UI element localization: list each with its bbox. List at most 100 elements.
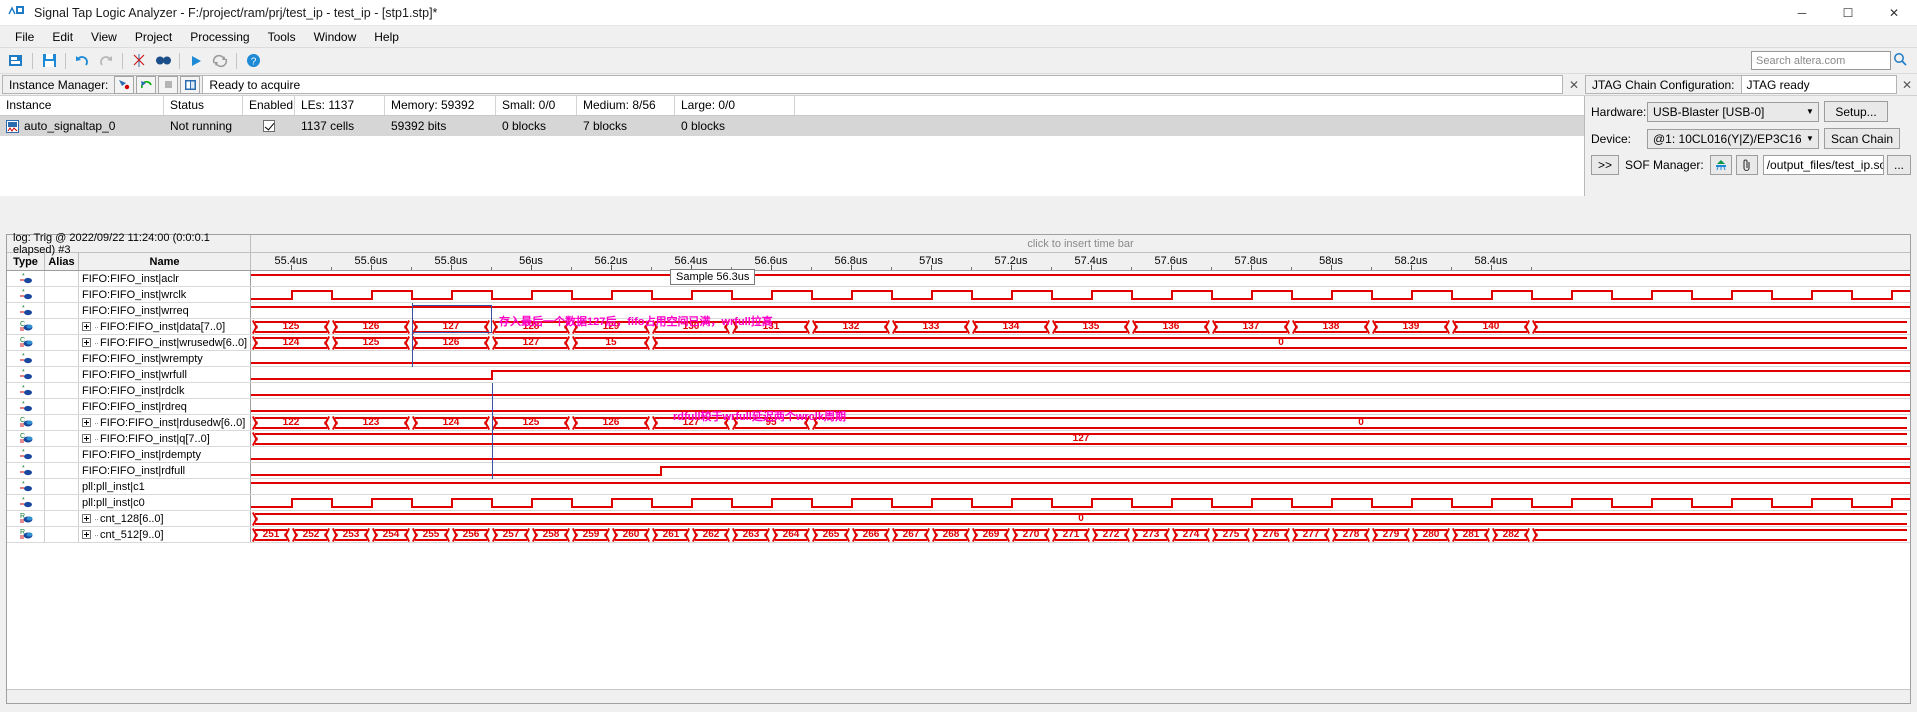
signal-name-cell[interactable]: FIFO:FIFO_inst|rdclk <box>79 383 251 398</box>
menu-item-file[interactable]: File <box>6 28 43 46</box>
signal-name-cell[interactable]: FIFO:FIFO_inst|wrempty <box>79 351 251 366</box>
bus-value-segment[interactable]: 125 <box>251 320 331 334</box>
col-instance[interactable]: Instance <box>0 96 164 115</box>
signal-alias[interactable] <box>45 303 79 318</box>
bus-value-segment[interactable]: 276 <box>1251 528 1291 542</box>
waveform-row[interactable]: * FIFO:FIFO_inst|rdempty <box>7 447 1910 463</box>
signal-waveform[interactable]: 124 125 126 127 15 0 <box>251 335 1910 350</box>
signal-waveform[interactable]: 122 123 124 125 126 127 95 0 <box>251 415 1910 430</box>
help-icon[interactable]: ? <box>241 50 265 72</box>
signal-waveform[interactable] <box>251 287 1910 302</box>
bus-value-segment[interactable]: 126 <box>571 416 651 430</box>
menu-item-view[interactable]: View <box>82 28 126 46</box>
signal-alias[interactable] <box>45 415 79 430</box>
col-memory[interactable]: Memory: 59392 <box>385 96 496 115</box>
bus-value-segment[interactable]: 123 <box>331 416 411 430</box>
jtag-close-icon[interactable]: ✕ <box>1897 74 1917 95</box>
close-button[interactable]: ✕ <box>1871 0 1917 26</box>
search-input[interactable]: Search altera.com <box>1751 51 1891 70</box>
bus-value-segment[interactable]: 15 <box>571 336 651 350</box>
bus-value-segment[interactable]: 258 <box>531 528 571 542</box>
table-row[interactable]: auto_signaltap_0 Not running 1137 cells … <box>0 116 1584 136</box>
menu-item-processing[interactable]: Processing <box>181 28 258 46</box>
bus-value-segment[interactable]: 0 <box>251 512 1910 526</box>
bus-value-segment[interactable]: 125 <box>491 416 571 430</box>
scan-chain-button[interactable]: Scan Chain <box>1824 128 1901 149</box>
col-small[interactable]: Small: 0/0 <box>496 96 577 115</box>
expand-icon[interactable] <box>82 418 91 427</box>
undo-icon[interactable] <box>70 50 94 72</box>
expand-icon[interactable] <box>82 514 91 523</box>
bus-value-segment[interactable]: 251 <box>251 528 291 542</box>
bus-value-segment[interactable]: 269 <box>971 528 1011 542</box>
bus-value-segment[interactable]: 262 <box>691 528 731 542</box>
setup-button[interactable]: Setup... <box>1824 101 1888 122</box>
sof-browse-button[interactable]: ... <box>1886 155 1911 175</box>
signal-alias[interactable] <box>45 383 79 398</box>
signal-name-cell[interactable]: FIFO:FIFO_inst|rdfull <box>79 463 251 478</box>
waveform-row[interactable]: C ·· FIFO:FIFO_inst|data[7..0] 125 126 127 128… <box>7 319 1910 335</box>
signal-waveform[interactable] <box>251 383 1910 398</box>
run-analysis-button[interactable] <box>114 75 135 94</box>
signal-waveform[interactable] <box>251 463 1910 478</box>
col-enabled[interactable]: Enabled <box>243 96 295 115</box>
signal-waveform[interactable]: 127 <box>251 431 1910 446</box>
bus-value-segment[interactable]: 272 <box>1091 528 1131 542</box>
log-label[interactable]: log: Trig @ 2022/09/22 11:24:00 (0:0:0.1… <box>7 232 251 256</box>
col-type[interactable]: Type <box>7 253 45 270</box>
bus-value-segment[interactable]: 138 <box>1291 320 1371 334</box>
attach-icon[interactable] <box>1735 155 1758 175</box>
signal-alias[interactable] <box>45 463 79 478</box>
signal-waveform[interactable] <box>251 479 1910 494</box>
bus-value-segment[interactable]: 259 <box>571 528 611 542</box>
bus-value-segment[interactable]: 252 <box>291 528 331 542</box>
bus-value-segment[interactable]: 133 <box>891 320 971 334</box>
signal-name-cell[interactable]: pll:pll_inst|c1 <box>79 479 251 494</box>
expand-icon[interactable] <box>82 530 91 539</box>
menu-item-edit[interactable]: Edit <box>43 28 82 46</box>
waveform-row[interactable]: C ·· FIFO:FIFO_inst|rdusedw[6..0] 122 123 124… <box>7 415 1910 431</box>
redo-icon[interactable] <box>94 50 118 72</box>
bus-value-segment[interactable]: 270 <box>1011 528 1051 542</box>
signal-name-cell[interactable]: pll:pll_inst|c0 <box>79 495 251 510</box>
bus-value-segment[interactable]: 0 <box>651 336 1910 350</box>
bus-value-segment[interactable]: 274 <box>1171 528 1211 542</box>
stop-analysis-button[interactable] <box>158 75 179 94</box>
program-device-icon[interactable] <box>1709 155 1732 175</box>
bus-value-segment[interactable]: 127 <box>491 336 571 350</box>
waveform-row[interactable]: R ·· cnt_128[6..0] 0 <box>7 511 1910 527</box>
signal-alias[interactable] <box>45 447 79 462</box>
cut-icon[interactable] <box>127 50 151 72</box>
menu-item-tools[interactable]: Tools <box>259 28 305 46</box>
signal-name-cell[interactable]: FIFO:FIFO_inst|rdreq <box>79 399 251 414</box>
bus-value-segment[interactable]: 254 <box>371 528 411 542</box>
bus-value-segment[interactable]: 282 <box>1491 528 1531 542</box>
bus-value-segment[interactable]: 260 <box>611 528 651 542</box>
waveform-row[interactable]: C ·· FIFO:FIFO_inst|q[7..0] 127 <box>7 431 1910 447</box>
waveform-row[interactable]: * FIFO:FIFO_inst|rdfull <box>7 463 1910 479</box>
signal-alias[interactable] <box>45 367 79 382</box>
bus-value-segment[interactable]: 273 <box>1131 528 1171 542</box>
minimize-button[interactable]: ─ <box>1779 0 1825 26</box>
waveform-row[interactable]: * FIFO:FIFO_inst|rdreq <box>7 399 1910 415</box>
waveform-row[interactable]: * FIFO:FIFO_inst|wrreq <box>7 303 1910 319</box>
waveform-row[interactable]: * FIFO:FIFO_inst|wrempty <box>7 351 1910 367</box>
signal-alias[interactable] <box>45 319 79 334</box>
bus-value-segment[interactable] <box>1531 320 1910 334</box>
col-les[interactable]: LEs: 1137 <box>295 96 385 115</box>
signal-name-cell[interactable]: FIFO:FIFO_inst|wrreq <box>79 303 251 318</box>
instance-name-cell[interactable]: auto_signaltap_0 <box>0 119 164 133</box>
bus-value-segment[interactable]: 255 <box>411 528 451 542</box>
bus-value-segment[interactable]: 275 <box>1211 528 1251 542</box>
bus-value-segment[interactable]: 124 <box>411 416 491 430</box>
waveform-row[interactable]: * FIFO:FIFO_inst|aclr <box>7 271 1910 287</box>
expand-button[interactable]: >> <box>1591 155 1620 175</box>
signal-name-cell[interactable]: FIFO:FIFO_inst|aclr <box>79 271 251 286</box>
bus-value-segment[interactable]: 257 <box>491 528 531 542</box>
waveform-row[interactable]: * pll:pll_inst|c0 <box>7 495 1910 511</box>
bus-value-segment[interactable]: 263 <box>731 528 771 542</box>
bus-value-segment[interactable]: 271 <box>1051 528 1091 542</box>
bus-value-segment[interactable]: 281 <box>1451 528 1491 542</box>
bus-value-segment[interactable]: 137 <box>1211 320 1291 334</box>
bus-value-segment[interactable]: 279 <box>1371 528 1411 542</box>
